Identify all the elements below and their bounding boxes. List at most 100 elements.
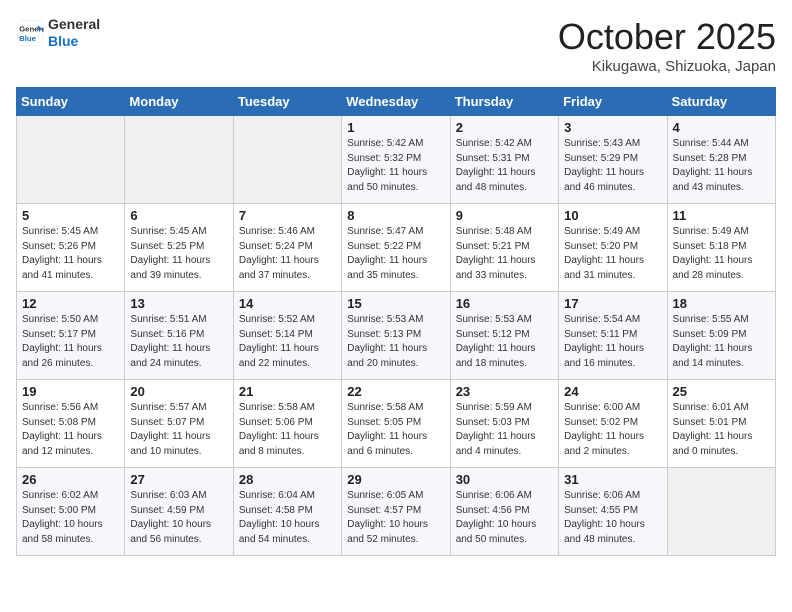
calendar-cell: 12 Sunrise: 5:50 AM Sunset: 5:17 PM Dayli… — [17, 292, 125, 380]
day-number: 28 — [239, 472, 336, 487]
day-info: Sunrise: 6:01 AM Sunset: 5:01 PM Dayligh… — [673, 401, 770, 459]
day-info: Sunrise: 5:53 AM Sunset: 5:12 PM Dayligh… — [456, 313, 553, 371]
day-number: 23 — [456, 384, 553, 399]
page-header: General Blue General Blue October 2025 K… — [16, 16, 776, 75]
day-number: 29 — [347, 472, 444, 487]
weekday-header-wednesday: Wednesday — [342, 88, 450, 116]
calendar-cell: 7 Sunrise: 5:46 AM Sunset: 5:24 PM Daylig… — [233, 204, 341, 292]
day-number: 10 — [564, 208, 661, 223]
day-info: Sunrise: 5:58 AM Sunset: 5:06 PM Dayligh… — [239, 401, 336, 459]
day-info: Sunrise: 5:55 AM Sunset: 5:09 PM Dayligh… — [673, 313, 770, 371]
calendar-cell: 20Sunrise: 5:57 AM Sunset: 5:07 PM Dayli… — [125, 380, 233, 468]
calendar-week-5: 26Sunrise: 6:02 AM Sunset: 5:00 PM Dayli… — [17, 468, 776, 556]
calendar-cell — [125, 116, 233, 204]
day-number: 30 — [456, 472, 553, 487]
calendar-header: SundayMondayTuesdayWednesdayThursdayFrid… — [17, 88, 776, 116]
calendar-table: SundayMondayTuesdayWednesdayThursdayFrid… — [16, 87, 776, 556]
calendar-cell: 14Sunrise: 5:52 AM Sunset: 5:14 PM Dayli… — [233, 292, 341, 380]
day-number: 24 — [564, 384, 661, 399]
day-number: 21 — [239, 384, 336, 399]
day-info: Sunrise: 6:04 AM Sunset: 4:58 PM Dayligh… — [239, 489, 336, 547]
calendar-cell: 8Sunrise: 5:47 AM Sunset: 5:22 PM Daylig… — [342, 204, 450, 292]
day-number: 22 — [347, 384, 444, 399]
day-info: Sunrise: 5:49 AM Sunset: 5:18 PM Dayligh… — [673, 225, 770, 283]
calendar-cell: 6Sunrise: 5:45 AM Sunset: 5:25 PM Daylig… — [125, 204, 233, 292]
weekday-header-monday: Monday — [125, 88, 233, 116]
calendar-cell: 18 Sunrise: 5:55 AM Sunset: 5:09 PM Dayli… — [667, 292, 775, 380]
day-info: Sunrise: 5:53 AM Sunset: 5:13 PM Dayligh… — [347, 313, 444, 371]
calendar-week-1: 1 Sunrise: 5:42 AM Sunset: 5:32 PM Daylig… — [17, 116, 776, 204]
day-info: Sunrise: 5:42 AM Sunset: 5:32 PM Dayligh… — [347, 137, 444, 195]
day-info: Sunrise: 5:58 AM Sunset: 5:05 PM Dayligh… — [347, 401, 444, 459]
calendar-cell: 3 Sunrise: 5:43 AM Sunset: 5:29 PM Daylig… — [559, 116, 667, 204]
day-number: 7 — [239, 208, 336, 223]
day-number: 16 — [456, 296, 553, 311]
logo: General Blue General Blue — [16, 16, 100, 50]
calendar-cell — [667, 468, 775, 556]
calendar-cell: 29 Sunrise: 6:05 AM Sunset: 4:57 PM Dayli… — [342, 468, 450, 556]
day-info: Sunrise: 5:43 AM Sunset: 5:29 PM Dayligh… — [564, 137, 661, 195]
calendar-week-4: 19 Sunrise: 5:56 AM Sunset: 5:08 PM Dayli… — [17, 380, 776, 468]
calendar-cell: 19 Sunrise: 5:56 AM Sunset: 5:08 PM Dayli… — [17, 380, 125, 468]
calendar-cell: 21 Sunrise: 5:58 AM Sunset: 5:06 PM Dayli… — [233, 380, 341, 468]
svg-text:Blue: Blue — [19, 34, 37, 43]
calendar-cell: 15 Sunrise: 5:53 AM Sunset: 5:13 PM Dayli… — [342, 292, 450, 380]
weekday-header-row: SundayMondayTuesdayWednesdayThursdayFrid… — [17, 88, 776, 116]
calendar-cell: 10 Sunrise: 5:49 AM Sunset: 5:20 PM Dayli… — [559, 204, 667, 292]
day-number: 14 — [239, 296, 336, 311]
location: Kikugawa, Shizuoka, Japan — [558, 58, 776, 75]
calendar-cell: 27Sunrise: 6:03 AM Sunset: 4:59 PM Dayli… — [125, 468, 233, 556]
calendar-week-3: 12 Sunrise: 5:50 AM Sunset: 5:17 PM Dayli… — [17, 292, 776, 380]
day-number: 3 — [564, 120, 661, 135]
calendar-cell: 30 Sunrise: 6:06 AM Sunset: 4:56 PM Dayli… — [450, 468, 558, 556]
day-info: Sunrise: 5:46 AM Sunset: 5:24 PM Dayligh… — [239, 225, 336, 283]
title-block: October 2025 Kikugawa, Shizuoka, Japan — [558, 16, 776, 75]
day-info: Sunrise: 6:06 AM Sunset: 4:56 PM Dayligh… — [456, 489, 553, 547]
logo-icon: General Blue — [16, 19, 44, 47]
day-info: Sunrise: 5:56 AM Sunset: 5:08 PM Dayligh… — [22, 401, 119, 459]
calendar-cell: 5Sunrise: 5:45 AM Sunset: 5:26 PM Daylig… — [17, 204, 125, 292]
day-number: 9 — [456, 208, 553, 223]
calendar-cell: 22 Sunrise: 5:58 AM Sunset: 5:05 PM Dayli… — [342, 380, 450, 468]
logo-general-text: General — [48, 16, 100, 33]
calendar-cell: 28 Sunrise: 6:04 AM Sunset: 4:58 PM Dayli… — [233, 468, 341, 556]
weekday-header-thursday: Thursday — [450, 88, 558, 116]
day-number: 5 — [22, 208, 119, 223]
day-number: 19 — [22, 384, 119, 399]
day-number: 17 — [564, 296, 661, 311]
day-info: Sunrise: 5:49 AM Sunset: 5:20 PM Dayligh… — [564, 225, 661, 283]
day-number: 12 — [22, 296, 119, 311]
day-number: 11 — [673, 208, 770, 223]
day-number: 2 — [456, 120, 553, 135]
day-info: Sunrise: 5:51 AM Sunset: 5:16 PM Dayligh… — [130, 313, 227, 371]
day-number: 4 — [673, 120, 770, 135]
day-info: Sunrise: 5:45 AM Sunset: 5:25 PM Dayligh… — [130, 225, 227, 283]
day-info: Sunrise: 6:05 AM Sunset: 4:57 PM Dayligh… — [347, 489, 444, 547]
calendar-cell: 26Sunrise: 6:02 AM Sunset: 5:00 PM Dayli… — [17, 468, 125, 556]
calendar-week-2: 5Sunrise: 5:45 AM Sunset: 5:26 PM Daylig… — [17, 204, 776, 292]
day-number: 8 — [347, 208, 444, 223]
day-number: 1 — [347, 120, 444, 135]
weekday-header-sunday: Sunday — [17, 88, 125, 116]
day-info: Sunrise: 5:50 AM Sunset: 5:17 PM Dayligh… — [22, 313, 119, 371]
calendar-cell: 13 Sunrise: 5:51 AM Sunset: 5:16 PM Dayli… — [125, 292, 233, 380]
day-info: Sunrise: 5:54 AM Sunset: 5:11 PM Dayligh… — [564, 313, 661, 371]
day-number: 31 — [564, 472, 661, 487]
calendar-cell: 11 Sunrise: 5:49 AM Sunset: 5:18 PM Dayli… — [667, 204, 775, 292]
logo-blue-text: Blue — [48, 33, 100, 50]
day-info: Sunrise: 5:59 AM Sunset: 5:03 PM Dayligh… — [456, 401, 553, 459]
calendar-cell: 25Sunrise: 6:01 AM Sunset: 5:01 PM Dayli… — [667, 380, 775, 468]
calendar-cell: 4Sunrise: 5:44 AM Sunset: 5:28 PM Daylig… — [667, 116, 775, 204]
month-title: October 2025 — [558, 16, 776, 58]
calendar-cell: 17 Sunrise: 5:54 AM Sunset: 5:11 PM Dayli… — [559, 292, 667, 380]
day-number: 18 — [673, 296, 770, 311]
calendar-cell: 31Sunrise: 6:06 AM Sunset: 4:55 PM Dayli… — [559, 468, 667, 556]
calendar-cell — [233, 116, 341, 204]
weekday-header-friday: Friday — [559, 88, 667, 116]
calendar-cell: 23 Sunrise: 5:59 AM Sunset: 5:03 PM Dayli… — [450, 380, 558, 468]
day-info: Sunrise: 6:03 AM Sunset: 4:59 PM Dayligh… — [130, 489, 227, 547]
calendar-cell: 1 Sunrise: 5:42 AM Sunset: 5:32 PM Daylig… — [342, 116, 450, 204]
weekday-header-tuesday: Tuesday — [233, 88, 341, 116]
day-number: 15 — [347, 296, 444, 311]
day-number: 13 — [130, 296, 227, 311]
